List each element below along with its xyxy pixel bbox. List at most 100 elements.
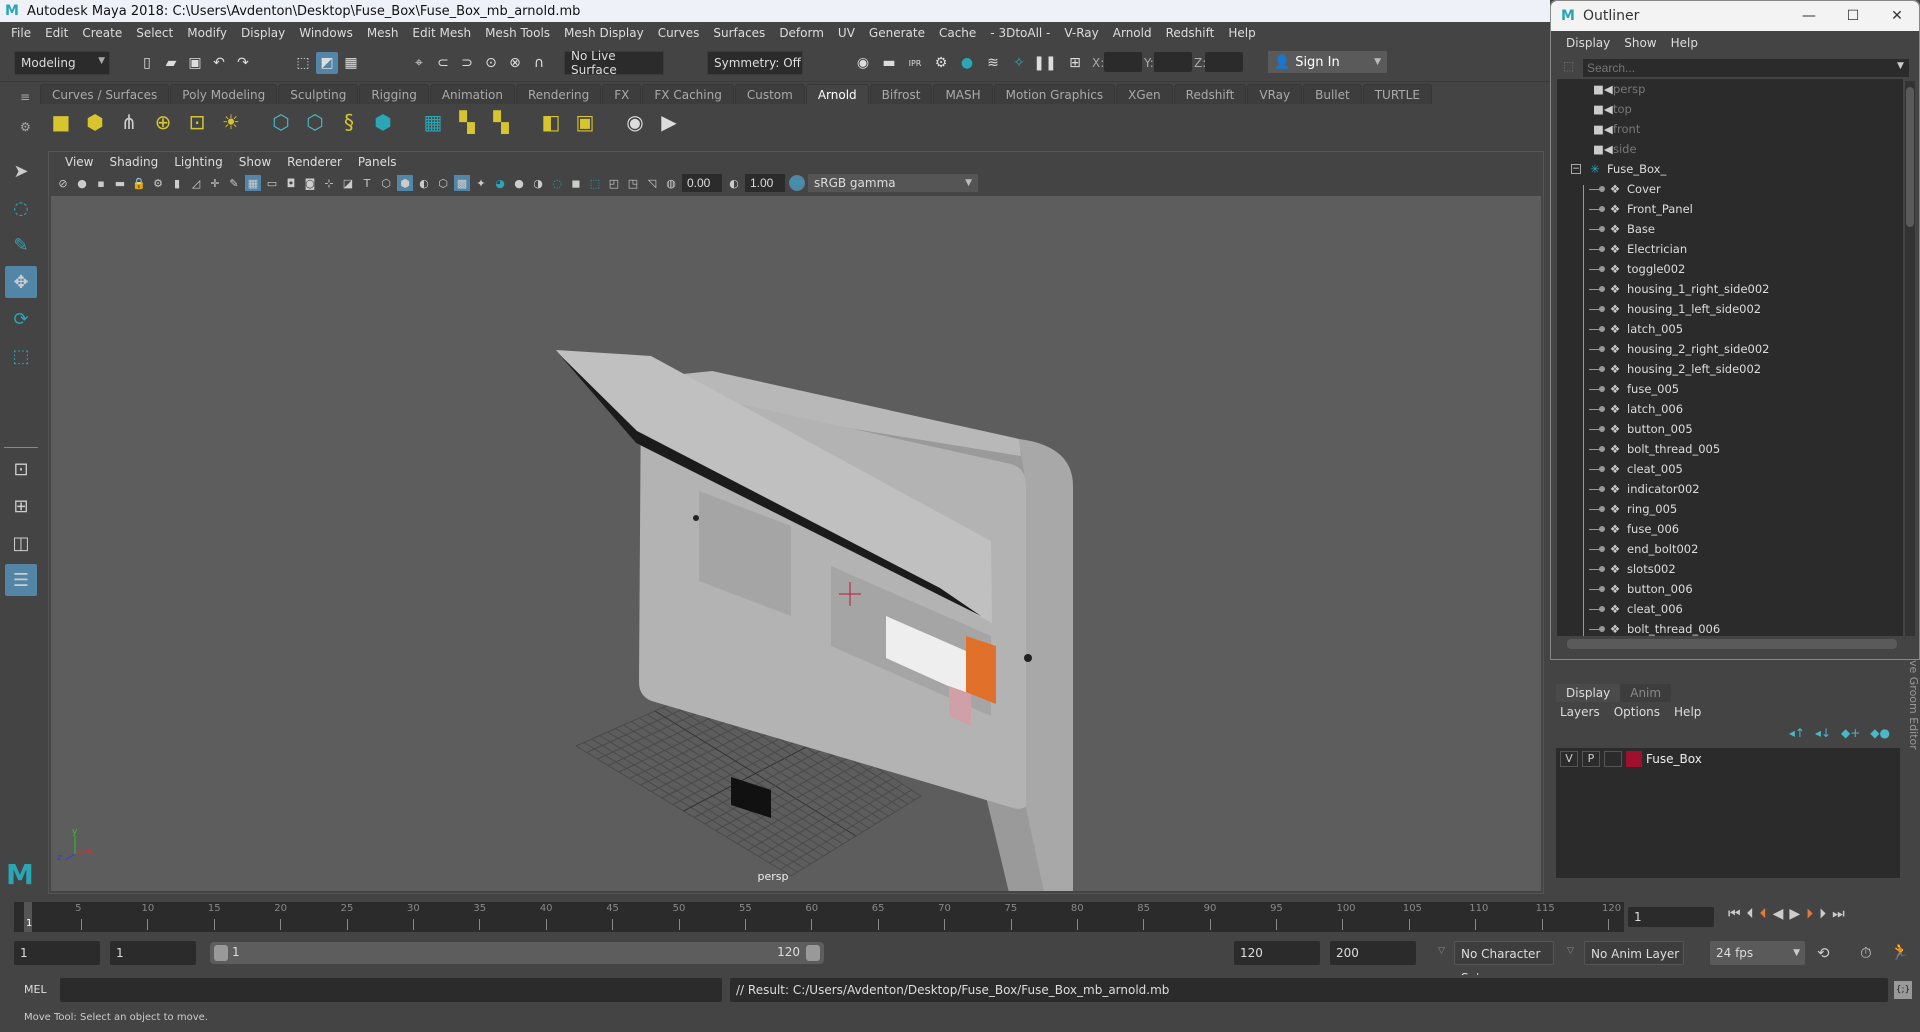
outliner-mesh-item[interactable]: ❖ Front_Panel [1557, 199, 1903, 219]
film-gate-icon[interactable]: ▭ [264, 175, 280, 191]
volume-icon[interactable]: ⬢ [368, 107, 398, 137]
layer-tab-display[interactable]: Display [1556, 684, 1621, 702]
bookmark-icon[interactable]: ▮ [169, 175, 185, 191]
outliner-search-input[interactable] [1583, 59, 1909, 77]
gamma-input[interactable] [745, 174, 785, 192]
make-live-icon[interactable]: ∩ [528, 52, 550, 74]
menu-surfaces[interactable]: Surfaces [706, 26, 772, 40]
move-tool-icon[interactable]: ✥ [5, 266, 37, 298]
z-input[interactable] [1205, 52, 1243, 72]
new-scene-icon[interactable]: ▯ [136, 52, 158, 74]
menu-cache[interactable]: Cache [932, 26, 983, 40]
outliner-mesh-item[interactable]: ❖ housing_1_right_side002 [1557, 279, 1903, 299]
outliner-menu-help[interactable]: Help [1664, 36, 1705, 50]
light-manager-icon[interactable]: ◧ [536, 107, 566, 137]
animation-preferences-icon[interactable]: 🏃 [1890, 942, 1910, 961]
shelf-tab[interactable]: Custom [734, 84, 805, 104]
hypershade-icon[interactable]: ● [956, 52, 978, 74]
select-by-hierarchy-icon[interactable]: ⬚ [292, 52, 314, 74]
playback-end-input[interactable]: 120 [1234, 941, 1320, 965]
shelf-settings-icon[interactable]: ⚙ [20, 120, 31, 134]
menu-arnold[interactable]: Arnold [1106, 26, 1159, 40]
outliner-mesh-item[interactable]: ❖ latch_006 [1557, 399, 1903, 419]
anim-layer-dropdown[interactable]: No Anim Layer [1584, 941, 1684, 965]
layer-visibility-toggle[interactable]: V [1560, 751, 1578, 767]
image-plane-icon[interactable]: ◿ [188, 175, 204, 191]
step-back-key-icon[interactable]: ⏴ [1747, 906, 1754, 922]
outliner-mesh-item[interactable]: ❖ bolt_thread_006 [1557, 619, 1903, 636]
auto-key-icon[interactable]: ⏱ [1860, 944, 1872, 962]
field-chart-icon[interactable]: ⊹ [321, 175, 337, 191]
render-view-icon[interactable]: ▬ [878, 52, 900, 74]
move-layer-up-icon[interactable]: ◂↑ [1789, 726, 1805, 740]
lock-camera-icon[interactable]: 🔒 [131, 175, 147, 191]
color-space-dropdown[interactable]: sRGB gamma ▼ [808, 174, 978, 192]
light-editor-icon[interactable]: ✧ [1008, 52, 1030, 74]
textured-icon[interactable]: ▩ [454, 175, 470, 191]
menu-select[interactable]: Select [129, 26, 180, 40]
shelf-tab[interactable]: Redshift [1173, 84, 1247, 104]
scrollbar-thumb[interactable] [1906, 87, 1914, 227]
outliner-mesh-item[interactable]: ❖ indicator002 [1557, 479, 1903, 499]
xray-joints-icon[interactable]: ◹ [644, 175, 660, 191]
move-layer-down-icon[interactable]: ◂↓ [1815, 726, 1831, 740]
animation-end-input[interactable]: 200 [1330, 941, 1416, 965]
snap-to-projected-center-icon[interactable]: ⊙ [480, 52, 502, 74]
shadows-icon[interactable]: ◕ [492, 175, 508, 191]
physical-sky-icon[interactable]: ☀ [216, 107, 246, 137]
scale-tool-icon[interactable]: ⬚ [5, 340, 37, 372]
wireframe-on-shaded-icon[interactable]: ⬡ [435, 175, 451, 191]
outliner-mesh-item[interactable]: ❖ ring_005 [1557, 499, 1903, 519]
resolution-gate-icon[interactable]: ◘ [283, 175, 299, 191]
standin-export-icon[interactable]: ⬡ [300, 107, 330, 137]
y-input[interactable] [1154, 52, 1192, 72]
outliner-mesh-item[interactable]: ❖ button_006 [1557, 579, 1903, 599]
snap-to-view-plane-icon[interactable]: ⊗ [504, 52, 526, 74]
menu-mesh-tools[interactable]: Mesh Tools [478, 26, 557, 40]
playback-start-input[interactable]: 1 [110, 941, 196, 965]
select-tool-icon[interactable]: ➤ [5, 155, 37, 187]
layer-name[interactable]: Fuse_Box [1646, 752, 1702, 766]
shelf-tab-arnold[interactable]: Arnold [805, 84, 869, 104]
shelf-tab[interactable]: Rigging [359, 84, 429, 104]
minimize-icon[interactable]: — [1787, 8, 1831, 24]
render-setup-icon[interactable]: ≋ [982, 52, 1004, 74]
texture-manager-icon[interactable]: ▣ [570, 107, 600, 137]
filter-icon[interactable]: ⬚ [1563, 59, 1574, 73]
shelf-tab[interactable]: TURTLE [1362, 84, 1432, 104]
layer-playback-toggle[interactable]: P [1582, 751, 1600, 767]
xray-icon[interactable]: ◰ [606, 175, 622, 191]
menu-uv[interactable]: UV [831, 26, 862, 40]
grease-pencil-icon[interactable]: ✎ [226, 175, 242, 191]
menu-set-dropdown[interactable]: Modeling ▼ [14, 51, 110, 75]
select-by-object-icon[interactable]: ◩ [316, 52, 338, 74]
collapse-icon[interactable]: − [1571, 164, 1581, 174]
save-scene-icon[interactable]: ▣ [184, 52, 206, 74]
shelf-tab[interactable]: Sculpting [278, 84, 359, 104]
menu-deform[interactable]: Deform [772, 26, 831, 40]
outliner-camera-item[interactable]: ■◀ top [1557, 99, 1903, 119]
rotate-tool-icon[interactable]: ⟳ [5, 303, 37, 335]
snap-to-point-icon[interactable]: ⊃ [456, 52, 478, 74]
shelf-tab[interactable]: Poly Modeling [170, 84, 278, 104]
flush-texture-cache-icon[interactable]: ▚ [452, 107, 482, 137]
depth-of-field-icon[interactable]: ◼ [568, 175, 584, 191]
shelf-tab[interactable]: VRay [1247, 84, 1303, 104]
camera-attributes-icon[interactable]: ● [74, 175, 90, 191]
area-light-icon[interactable]: ■ [46, 107, 76, 137]
snap-to-curve-icon[interactable]: ⊂ [432, 52, 454, 74]
menu-generate[interactable]: Generate [862, 26, 932, 40]
single-perspective-view-icon[interactable]: ⊡ [5, 453, 37, 485]
menu-mesh-display[interactable]: Mesh Display [557, 26, 651, 40]
maximize-icon[interactable]: ☐ [1831, 8, 1875, 24]
vp-menu-renderer[interactable]: Renderer [279, 155, 350, 169]
range-start-handle[interactable] [214, 945, 228, 961]
menu-redshift[interactable]: Redshift [1159, 26, 1222, 40]
four-view-icon[interactable]: ⊞ [5, 490, 37, 522]
safe-action-icon[interactable]: ◪ [340, 175, 356, 191]
groom-editor-side-tab[interactable]: ve Groom Editor [1904, 660, 1920, 780]
symmetry-dropdown[interactable]: Symmetry: Off [707, 51, 803, 75]
default-material-icon[interactable]: ◐ [416, 175, 432, 191]
animation-start-input[interactable]: 1 [14, 941, 100, 965]
play-forwards-icon[interactable]: ▶ [1789, 906, 1800, 922]
